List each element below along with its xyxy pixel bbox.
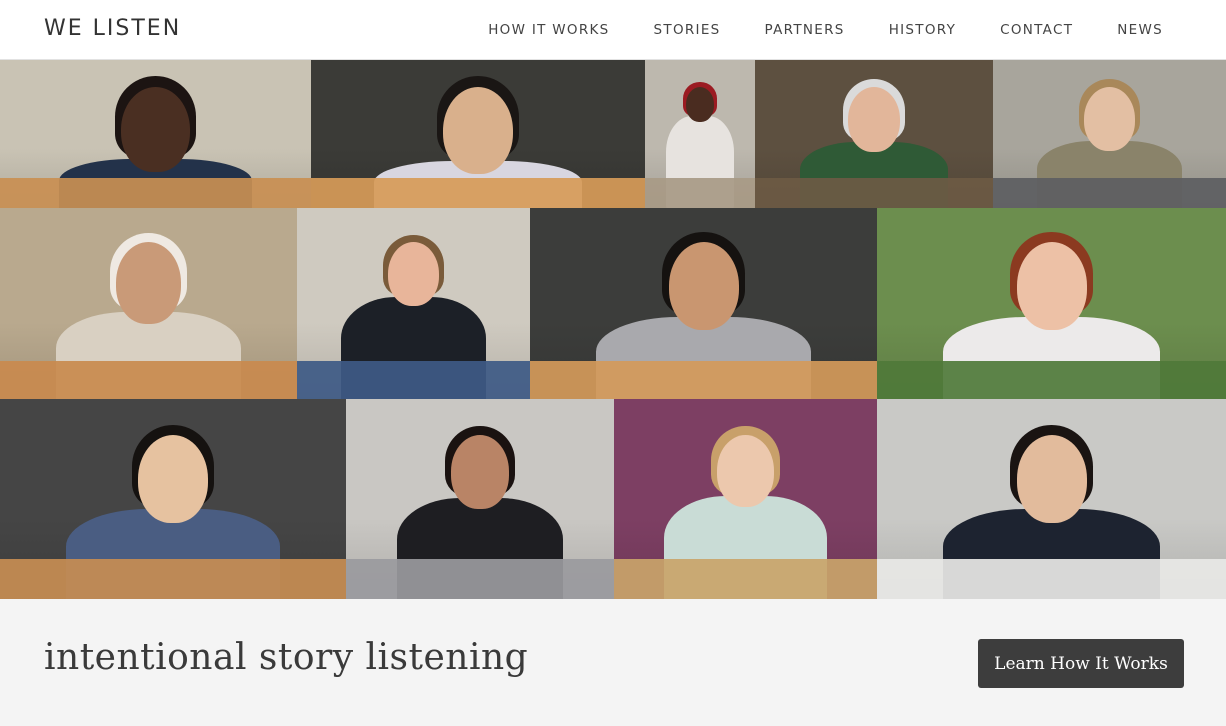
storyteller-photo-2 bbox=[311, 60, 645, 208]
storyteller-photo-3 bbox=[645, 60, 755, 208]
storyteller-photo-5 bbox=[993, 60, 1226, 208]
storyteller-photo-6 bbox=[0, 208, 297, 399]
storyteller-photo-8 bbox=[530, 208, 877, 399]
nav-link-contact[interactable]: CONTACT bbox=[1000, 22, 1073, 38]
storyteller-photo-collage bbox=[0, 60, 1226, 599]
site-header: WE LISTEN HOW IT WORKS STORIES PARTNERS … bbox=[0, 0, 1226, 60]
nav-link-partners[interactable]: PARTNERS bbox=[765, 22, 845, 38]
page: WE LISTEN HOW IT WORKS STORIES PARTNERS … bbox=[0, 0, 1226, 726]
storyteller-photo-11 bbox=[346, 399, 614, 599]
nav-link-how-it-works[interactable]: HOW IT WORKS bbox=[488, 22, 609, 38]
storyteller-photo-13 bbox=[877, 399, 1226, 599]
storyteller-photo-9 bbox=[877, 208, 1226, 399]
nav-link-stories[interactable]: STORIES bbox=[654, 22, 721, 38]
nav-link-history[interactable]: HISTORY bbox=[889, 22, 956, 38]
site-logo-link[interactable]: WE LISTEN bbox=[44, 16, 181, 41]
nav-link-news[interactable]: NEWS bbox=[1117, 22, 1163, 38]
storyteller-photo-12 bbox=[614, 399, 877, 599]
hero-banner: intentional story listening Learn How It… bbox=[0, 599, 1226, 726]
storyteller-photo-10 bbox=[0, 399, 346, 599]
storyteller-photo-7 bbox=[297, 208, 530, 399]
storyteller-photo-1 bbox=[0, 60, 311, 208]
learn-how-it-works-button[interactable]: Learn How It Works bbox=[978, 639, 1184, 688]
storyteller-photo-4 bbox=[755, 60, 993, 208]
hero-tagline: intentional story listening bbox=[44, 637, 529, 678]
main-nav: HOW IT WORKS STORIES PARTNERS HISTORY CO… bbox=[444, 0, 1163, 60]
